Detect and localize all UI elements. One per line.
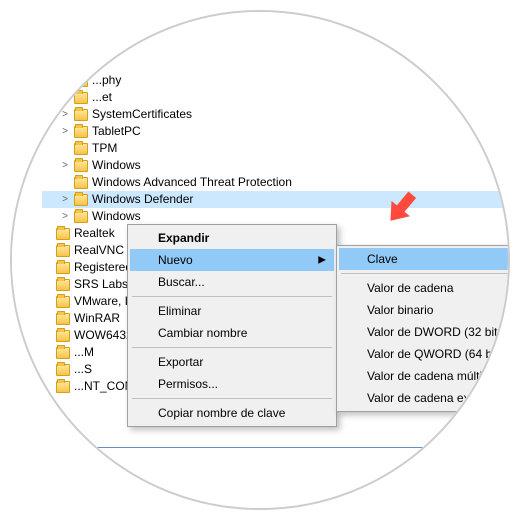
menu-separator (132, 296, 332, 297)
menu-item[interactable]: Copiar nombre de clave (130, 402, 334, 424)
menu-separator (132, 398, 332, 399)
menu-item[interactable]: Cambiar nombre (130, 322, 334, 344)
menu-item-label: Copiar nombre de clave (158, 406, 285, 420)
submenu-item-label: Valor de QWORD (64 bits) (367, 347, 508, 361)
submenu-item[interactable]: Valor de cadena expandible (339, 387, 510, 409)
menu-item-label: Buscar... (158, 275, 205, 289)
folder-icon (74, 92, 88, 104)
submenu-item-label: Valor de cadena (367, 281, 454, 295)
folder-icon (56, 364, 70, 376)
menu-item-label: Expandir (158, 231, 209, 245)
submenu-item-label: Valor de cadena expandible (367, 391, 510, 405)
folder-icon (56, 228, 70, 240)
tree-item[interactable]: > Windows Defender (42, 191, 510, 208)
submenu-item[interactable]: Valor de QWORD (64 bits) (339, 343, 510, 365)
folder-icon (56, 245, 70, 257)
tree-item[interactable]: >TPM (42, 140, 510, 157)
menu-item-label: Nuevo (158, 253, 193, 267)
expand-chevron-icon[interactable]: > (60, 123, 70, 140)
folder-icon (74, 211, 88, 223)
submenu-item[interactable]: Valor de cadena múltiple (339, 365, 510, 387)
tree-item-label: WinRAR (74, 310, 120, 327)
tree-item[interactable]: > SystemCertificates (42, 106, 510, 123)
menu-item[interactable]: Permisos... (130, 373, 334, 395)
folder-icon (74, 75, 88, 87)
tree-item[interactable]: > Windows (42, 157, 510, 174)
tree-item-label: TPM (92, 140, 117, 157)
submenu-item-label: Valor binario (367, 303, 433, 317)
tree-item-label: ...et (92, 89, 112, 106)
folder-icon (74, 126, 88, 138)
tree-item[interactable]: >...et (42, 89, 510, 106)
folder-icon (56, 262, 70, 274)
separator-line (42, 447, 502, 448)
menu-item-label: Cambiar nombre (158, 326, 247, 340)
menu-item[interactable]: Exportar (130, 351, 334, 373)
menu-separator (341, 273, 509, 274)
tree-item[interactable]: >Windows Advanced Threat Protection (42, 174, 510, 191)
folder-icon (74, 177, 88, 189)
menu-item[interactable]: Nuevo ▶ (130, 249, 334, 271)
expand-chevron-icon[interactable]: > (60, 106, 70, 123)
submenu-item[interactable]: Valor de cadena (339, 277, 510, 299)
submenu-item[interactable]: Valor de DWORD (32 bits) (339, 321, 510, 343)
tree-item-label: TabletPC (92, 123, 141, 140)
expand-chevron-icon[interactable]: > (60, 191, 70, 208)
tree-item-label: SystemCertificates (92, 106, 192, 123)
menu-item-label: Permisos... (158, 377, 218, 391)
submenu-item[interactable]: Clave (339, 248, 510, 270)
tree-item-label: ...phy (92, 72, 121, 89)
submenu-item-label: Clave (367, 252, 398, 266)
folder-icon (56, 313, 70, 325)
tree-item-label: ...M (74, 344, 94, 361)
menu-item-label: Exportar (158, 355, 203, 369)
submenu-item[interactable]: Valor binario (339, 299, 510, 321)
context-menu[interactable]: Expandir Nuevo ▶ Buscar... Eliminar Cambiar n… (127, 224, 337, 427)
folder-icon (56, 279, 70, 291)
folder-icon (74, 194, 88, 206)
expand-chevron-icon[interactable]: > (60, 208, 70, 225)
tree-item-label: Windows (92, 208, 141, 225)
tree-item[interactable]: > TabletPC (42, 123, 510, 140)
folder-icon (74, 143, 88, 155)
menu-item[interactable]: Eliminar (130, 300, 334, 322)
folder-icon (56, 296, 70, 308)
tree-item[interactable]: > Windows (42, 208, 510, 225)
tree-item-label: Realtek (74, 225, 115, 242)
tree-item-label: RealVNC (74, 242, 124, 259)
menu-item[interactable]: Buscar... (130, 271, 334, 293)
folder-icon (56, 330, 70, 342)
submenu-item-label: Valor de cadena múltiple (367, 369, 498, 383)
tree-item-label: Windows Defender (92, 191, 193, 208)
submenu-arrow-icon: ▶ (318, 255, 326, 266)
tree-item[interactable]: >...phy (42, 72, 510, 89)
folder-icon (56, 347, 70, 359)
context-submenu-nuevo[interactable]: Clave Valor de cadena Valor binario Valor d… (336, 245, 510, 412)
menu-separator (132, 347, 332, 348)
folder-icon (56, 381, 70, 393)
tree-item-label: SRS Labs (74, 276, 128, 293)
tree-item-label: Windows Advanced Threat Protection (92, 174, 292, 191)
tree-item-label: Windows (92, 157, 141, 174)
submenu-item-label: Valor de DWORD (32 bits) (367, 325, 507, 339)
tree-item-label: ...S (74, 361, 92, 378)
folder-icon (74, 109, 88, 121)
menu-item-label: Eliminar (158, 304, 201, 318)
expand-chevron-icon[interactable]: > (60, 157, 70, 174)
folder-icon (74, 160, 88, 172)
menu-item[interactable]: Expandir (130, 227, 334, 249)
